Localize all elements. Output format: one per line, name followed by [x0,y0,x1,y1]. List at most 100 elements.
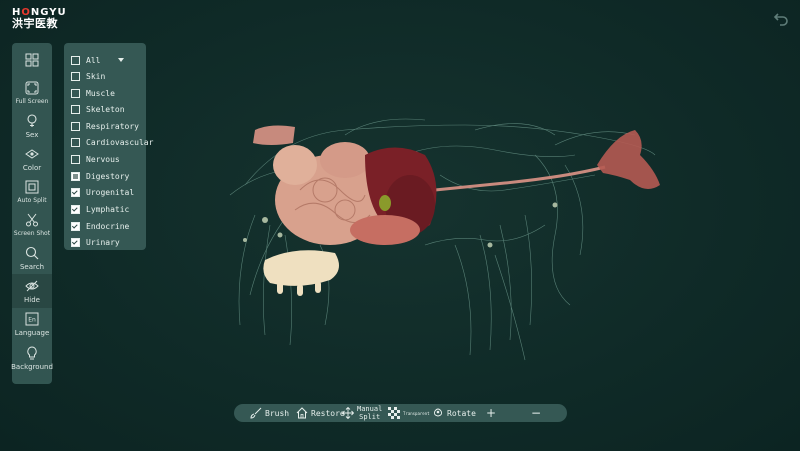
left-toolbar: Full Screen Sex Color Auto Split Screen … [11,43,53,384]
zoom-in-button[interactable]: + [486,404,496,422]
layer-label: Skeleton [86,104,125,114]
checkbox[interactable] [71,237,80,247]
grid-icon [25,53,39,67]
brush-icon [250,407,262,419]
sex-label: Sex [25,130,39,139]
layer-all[interactable]: All [71,54,125,66]
svg-text:En: En [28,316,36,323]
checkbox[interactable] [71,187,80,197]
language-button[interactable]: En Language [12,307,52,341]
color-icon [25,147,39,161]
layer-label: All [86,55,101,65]
checkbox[interactable] [71,104,80,114]
layer-digestory[interactable]: Digestory [71,170,129,182]
cecum [273,145,317,185]
layer-urinary[interactable]: Urinary [71,236,120,248]
transparent-label: Transparent [403,410,430,416]
layer-respiratory[interactable]: Respiratory [71,120,139,132]
layer-label: Urinary [86,237,120,247]
fullscreen-icon [25,81,39,95]
transparent-button[interactable]: Transparent [388,404,430,422]
dorsal-vessel [434,165,606,192]
manual-split-button[interactable]: Manual Split [342,404,382,422]
layer-nervous[interactable]: Nervous [71,153,120,165]
layer-endocrine[interactable]: Endocrine [71,220,129,232]
tail-structures [253,125,295,145]
teat [297,284,303,296]
background-label: Background [11,362,53,371]
layer-skin[interactable]: Skin [71,70,105,82]
checkbox[interactable] [71,221,80,231]
udder [263,250,339,286]
search-label: Search [19,262,45,271]
manual-split-label: Manual Split [357,405,383,421]
search-button[interactable]: Search [12,241,52,275]
stomach [350,215,420,245]
layer-muscle[interactable]: Muscle [71,87,115,99]
auto-split-label: Auto Split [17,196,47,204]
restore-label: Restore [311,408,345,418]
back-arrow-icon[interactable] [772,10,790,28]
color-label: Color [22,163,42,172]
colon [320,142,370,178]
background-button[interactable]: Background [11,341,53,375]
home-icon [296,407,308,419]
gallbladder [379,195,391,211]
brand-logo: HONGYU 洪宇医教 [12,8,72,30]
search-icon [25,246,39,260]
teat [315,281,321,293]
rotate-button[interactable]: Rotate [432,404,476,422]
lightbulb-icon [25,345,39,360]
layer-label: Nervous [86,154,120,164]
anatomy-model[interactable] [225,95,665,375]
chevron-down-icon[interactable] [118,58,125,62]
layout-button[interactable] [12,43,52,77]
checkbox[interactable] [71,204,80,214]
checker-transparency-icon [388,407,400,419]
language-label: Language [14,328,50,337]
layer-label: Respiratory [86,121,139,131]
checkbox[interactable] [71,154,80,164]
layer-label: Cardiovascular [86,137,154,147]
layer-label: Lymphatic [86,204,130,214]
checkbox[interactable] [71,137,80,147]
logo-chinese-name: 洪宇医教 [12,17,58,30]
auto-split-icon [25,180,39,194]
rotate-icon [432,407,444,419]
color-button[interactable]: Color [12,142,52,176]
fullscreen-button[interactable]: Full Screen [12,76,52,110]
rotate-label: Rotate [447,408,476,418]
layer-label: Endocrine [86,221,130,231]
restore-button[interactable]: Restore [296,404,345,422]
checkbox[interactable] [71,171,80,181]
checkbox[interactable] [71,71,80,81]
layer-label: Muscle [86,88,115,98]
move-arrows-icon [342,407,354,419]
language-icon: En [25,312,39,326]
teat [277,282,283,294]
layer-lymphatic[interactable]: Lymphatic [71,203,129,215]
checkbox[interactable] [71,121,80,131]
system-layer-panel: All Skin Muscle Skeleton Respiratory Car… [64,43,153,250]
layer-label: Digestory [86,171,130,181]
layer-urogenital[interactable]: Urogenital [71,186,134,198]
brush-label: Brush [265,408,290,418]
checkbox[interactable] [71,88,80,98]
zoom-out-button[interactable]: − [531,404,541,422]
layer-label: Urogenital [86,187,135,197]
sex-icon [25,113,39,128]
eye-icon [25,279,39,293]
fullscreen-label: Full Screen [15,97,49,105]
minus-icon: − [531,406,542,420]
layer-label: Skin [86,71,106,81]
sex-button[interactable]: Sex [12,109,52,143]
auto-split-button[interactable]: Auto Split [12,175,52,209]
scissors-icon [25,213,39,227]
screenshot-button[interactable]: Screen Shot [12,208,52,242]
layer-skeleton[interactable]: Skeleton [71,103,125,115]
layer-cardiovascular[interactable]: Cardiovascular [71,136,153,148]
brush-button[interactable]: Brush [250,404,289,422]
checkbox[interactable] [71,55,80,65]
hide-label: Hide [24,295,40,304]
hide-button[interactable]: Hide [12,274,52,308]
